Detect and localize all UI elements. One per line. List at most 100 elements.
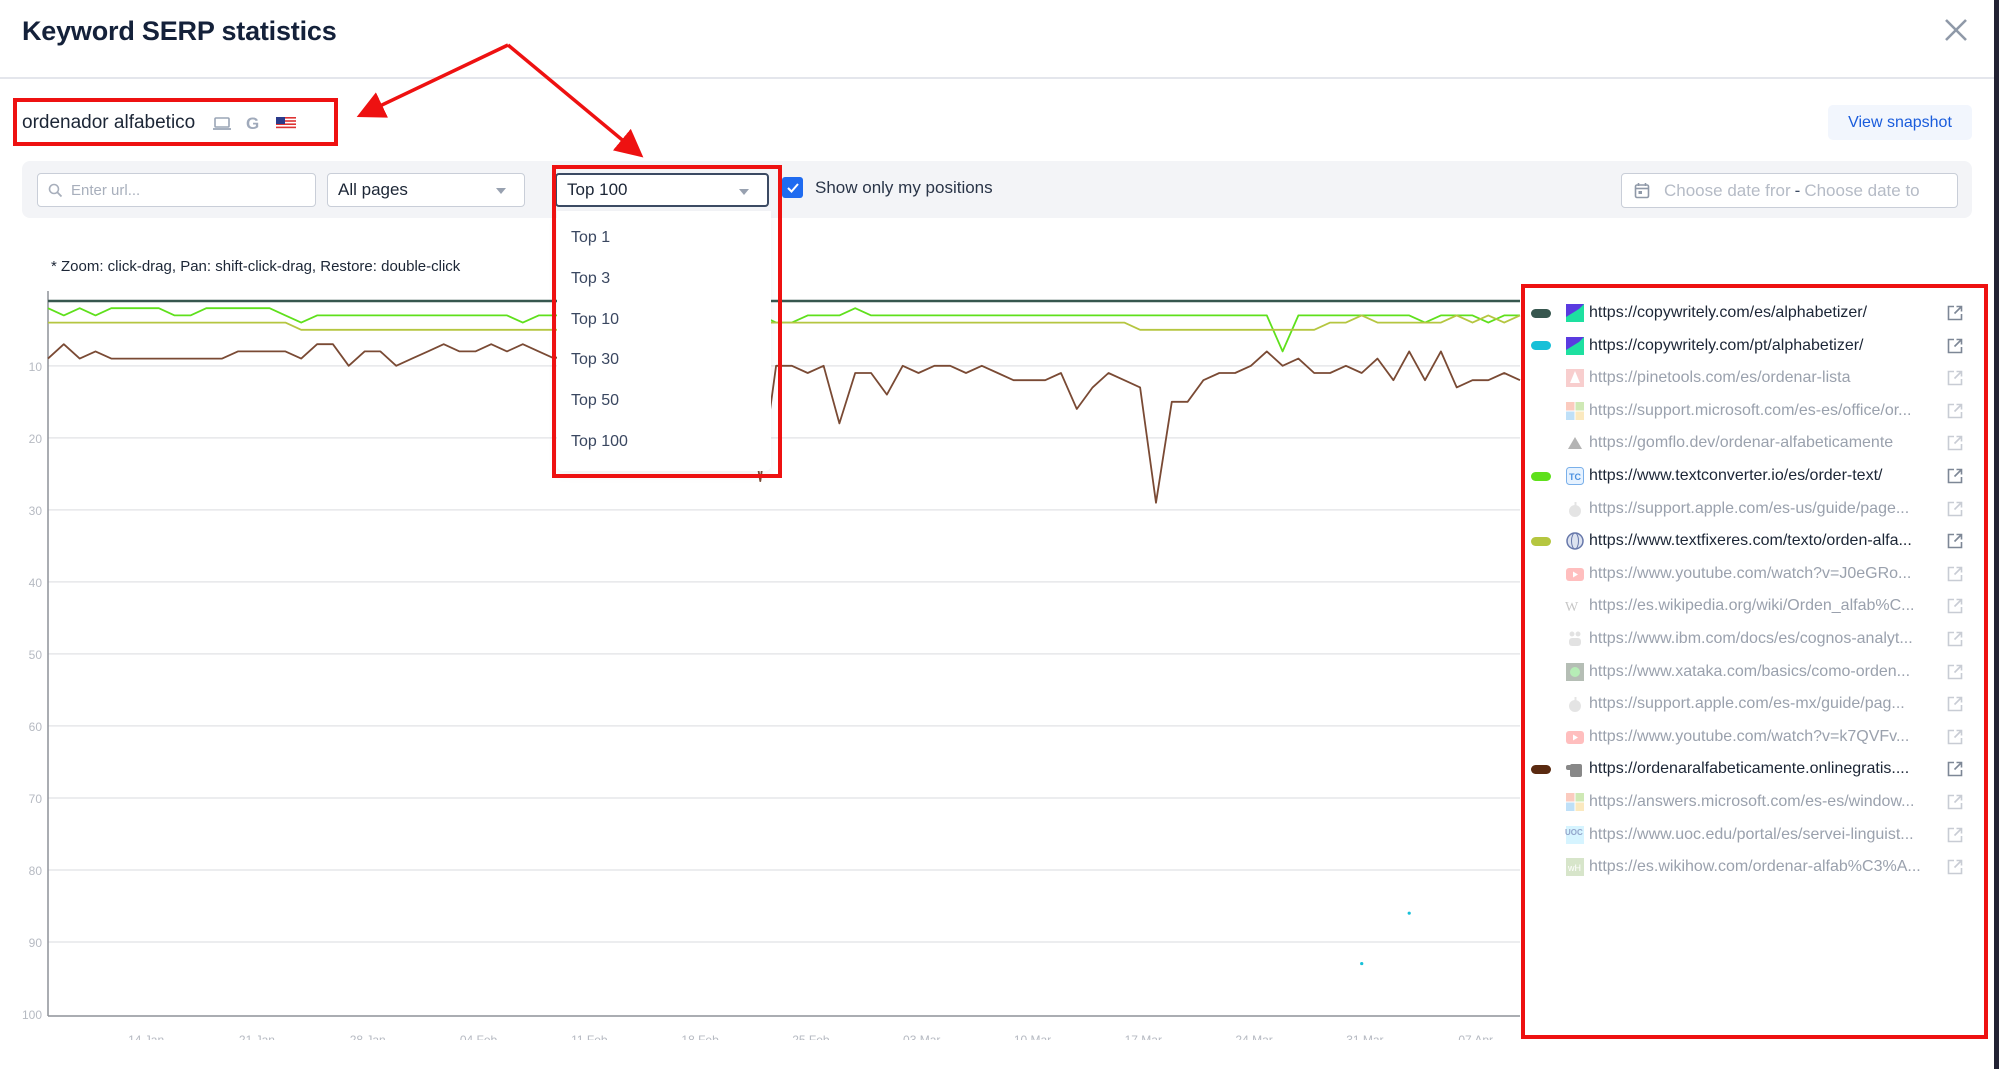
wikihow-icon: wH	[1565, 857, 1585, 877]
legend-item[interactable]: TC https://www.textconverter.io/es/order-…	[1525, 460, 1975, 492]
apple-icon	[1565, 694, 1585, 714]
x-tick-label: 07 Apr	[1458, 1033, 1493, 1040]
x-tick-label: 03 Mar	[903, 1033, 940, 1040]
legend-url[interactable]: https://copywritely.com/pt/alphabetizer/	[1589, 337, 1864, 355]
legend-url[interactable]: https://gomflo.dev/ordenar-alfabeticamen…	[1589, 434, 1893, 452]
external-link-icon[interactable]	[1946, 597, 1964, 615]
legend-url[interactable]: https://www.uoc.edu/portal/es/servei-lin…	[1589, 826, 1914, 844]
legend-item[interactable]: https://pinetools.com/es/ordenar-lista	[1525, 362, 1975, 394]
top-positions-select[interactable]: Top 100	[555, 173, 769, 207]
ibm-icon	[1565, 629, 1585, 649]
legend-url[interactable]: https://ordenaralfabeticamente.onlinegra…	[1589, 760, 1909, 778]
checkbox-checked[interactable]	[782, 177, 803, 198]
series-color-swatch	[1531, 308, 1551, 318]
search-icon	[48, 183, 63, 197]
series-color-swatch	[1531, 536, 1551, 546]
legend-item[interactable]: https://copywritely.com/pt/alphabetizer/	[1525, 330, 1975, 362]
close-button[interactable]	[1940, 14, 1972, 46]
legend-item[interactable]: Whttps://es.wikipedia.org/wiki/Orden_alf…	[1525, 590, 1975, 622]
dropdown-option[interactable]: Top 3	[571, 270, 610, 288]
external-link-icon[interactable]	[1946, 663, 1964, 681]
legend-url[interactable]: https://copywritely.com/es/alphabetizer/	[1589, 304, 1867, 322]
legend-url[interactable]: https://www.textfixeres.com/texto/orden-…	[1589, 532, 1912, 550]
calendar-icon	[1634, 183, 1650, 199]
y-tick-label: 90	[29, 936, 43, 950]
view-snapshot-button[interactable]: View snapshot	[1828, 105, 1972, 140]
external-link-icon[interactable]	[1946, 402, 1964, 420]
legend-item[interactable]: https://www.xataka.com/basics/como-orden…	[1525, 656, 1975, 688]
x-tick-label: 21 Jan	[239, 1033, 275, 1040]
checkmark-icon	[786, 182, 799, 193]
legend-item[interactable]: https://www.textfixeres.com/texto/orden-…	[1525, 525, 1975, 557]
external-link-icon[interactable]	[1946, 728, 1964, 746]
legend-url[interactable]: https://www.youtube.com/watch?v=k7QVFv..…	[1589, 728, 1909, 746]
legend-url[interactable]: https://support.apple.com/es-mx/guide/pa…	[1589, 695, 1905, 713]
date-range-picker[interactable]: Choose date fror - Choose date to	[1621, 173, 1958, 208]
dropdown-option[interactable]: Top 30	[571, 351, 619, 369]
legend-item[interactable]: UOC https://www.uoc.edu/portal/es/servei-…	[1525, 819, 1975, 851]
external-link-icon[interactable]	[1946, 434, 1964, 452]
show-only-my-positions-toggle[interactable]: Show only my positions	[782, 177, 993, 198]
legend-url[interactable]: https://answers.microsoft.com/es-es/wind…	[1589, 793, 1914, 811]
svg-text:wH: wH	[1567, 863, 1581, 873]
x-tick-label: 31 Mar	[1346, 1033, 1383, 1040]
legend-item[interactable]: https://ordenaralfabeticamente.onlinegra…	[1525, 753, 1975, 785]
legend-url[interactable]: https://es.wikihow.com/ordenar-alfab%C3%…	[1589, 858, 1921, 876]
external-link-icon[interactable]	[1946, 500, 1964, 518]
external-link-icon[interactable]	[1946, 826, 1964, 844]
copywritely-icon	[1565, 303, 1585, 323]
dropdown-option[interactable]: Top 1	[571, 229, 610, 247]
legend-url[interactable]: https://pinetools.com/es/ordenar-lista	[1589, 369, 1850, 387]
legend-item[interactable]: https://support.apple.com/es-mx/guide/pa…	[1525, 688, 1975, 720]
legend-url[interactable]: https://www.textconverter.io/es/order-te…	[1589, 467, 1882, 485]
url-filter[interactable]	[37, 173, 316, 207]
series-line	[48, 314, 1521, 331]
legend-url[interactable]: https://www.xataka.com/basics/como-orden…	[1589, 663, 1910, 681]
legend-item[interactable]: https://www.youtube.com/watch?v=J0eGRo..…	[1525, 558, 1975, 590]
y-tick-label: 40	[29, 576, 43, 590]
dropdown-option[interactable]: Top 50	[571, 392, 619, 410]
dropdown-option[interactable]: Top 100	[571, 433, 628, 451]
textconverter-icon: TC	[1565, 466, 1585, 486]
legend-url[interactable]: https://support.microsoft.com/es-es/offi…	[1589, 402, 1912, 420]
elephant-icon	[1565, 759, 1585, 779]
date-from-placeholder: Choose date fror	[1664, 180, 1791, 200]
date-to-placeholder: Choose date to	[1804, 180, 1920, 200]
legend-item[interactable]: https://copywritely.com/es/alphabetizer/	[1525, 297, 1975, 329]
external-link-icon[interactable]	[1946, 304, 1964, 322]
microsoft-icon	[1565, 792, 1585, 812]
external-link-icon[interactable]	[1946, 630, 1964, 648]
url-input[interactable]	[71, 181, 301, 199]
legend-item[interactable]: https://www.youtube.com/watch?v=k7QVFv..…	[1525, 721, 1975, 753]
url-legend: https://copywritely.com/es/alphabetizer/…	[1525, 287, 1985, 1037]
legend-item[interactable]: https://support.apple.com/es-us/guide/pa…	[1525, 493, 1975, 525]
external-link-icon[interactable]	[1946, 532, 1964, 550]
dropdown-option[interactable]: Top 10	[571, 311, 619, 329]
external-link-icon[interactable]	[1946, 337, 1964, 355]
external-link-icon[interactable]	[1946, 467, 1964, 485]
legend-url[interactable]: https://www.ibm.com/docs/es/cognos-analy…	[1589, 630, 1913, 648]
svg-text:W: W	[1565, 600, 1579, 615]
legend-item[interactable]: https://answers.microsoft.com/es-es/wind…	[1525, 786, 1975, 818]
top-positions-dropdown: Top 1 Top 3 Top 10 Top 30 Top 50 Top 100	[557, 211, 771, 471]
legend-url[interactable]: https://es.wikipedia.org/wiki/Orden_alfa…	[1589, 597, 1914, 615]
google-icon: G	[243, 113, 265, 133]
pages-select[interactable]: All pages	[327, 173, 525, 207]
external-link-icon[interactable]	[1946, 793, 1964, 811]
y-tick-label: 30	[29, 504, 43, 518]
x-tick-label: 28 Jan	[350, 1033, 386, 1040]
external-link-icon[interactable]	[1946, 760, 1964, 778]
legend-url[interactable]: https://www.youtube.com/watch?v=J0eGRo..…	[1589, 565, 1911, 583]
external-link-icon[interactable]	[1946, 369, 1964, 387]
series-point	[1407, 911, 1411, 915]
legend-item[interactable]: https://www.ibm.com/docs/es/cognos-analy…	[1525, 623, 1975, 655]
legend-item[interactable]: https://support.microsoft.com/es-es/offi…	[1525, 395, 1975, 427]
external-link-icon[interactable]	[1946, 858, 1964, 876]
external-link-icon[interactable]	[1946, 565, 1964, 583]
legend-item[interactable]: wH https://es.wikihow.com/ordenar-alfab%C…	[1525, 851, 1975, 883]
external-link-icon[interactable]	[1946, 695, 1964, 713]
legend-item[interactable]: https://gomflo.dev/ordenar-alfabeticamen…	[1525, 427, 1975, 459]
legend-url[interactable]: https://support.apple.com/es-us/guide/pa…	[1589, 500, 1909, 518]
youtube-icon	[1565, 564, 1585, 584]
date-separator: -	[1794, 180, 1801, 200]
